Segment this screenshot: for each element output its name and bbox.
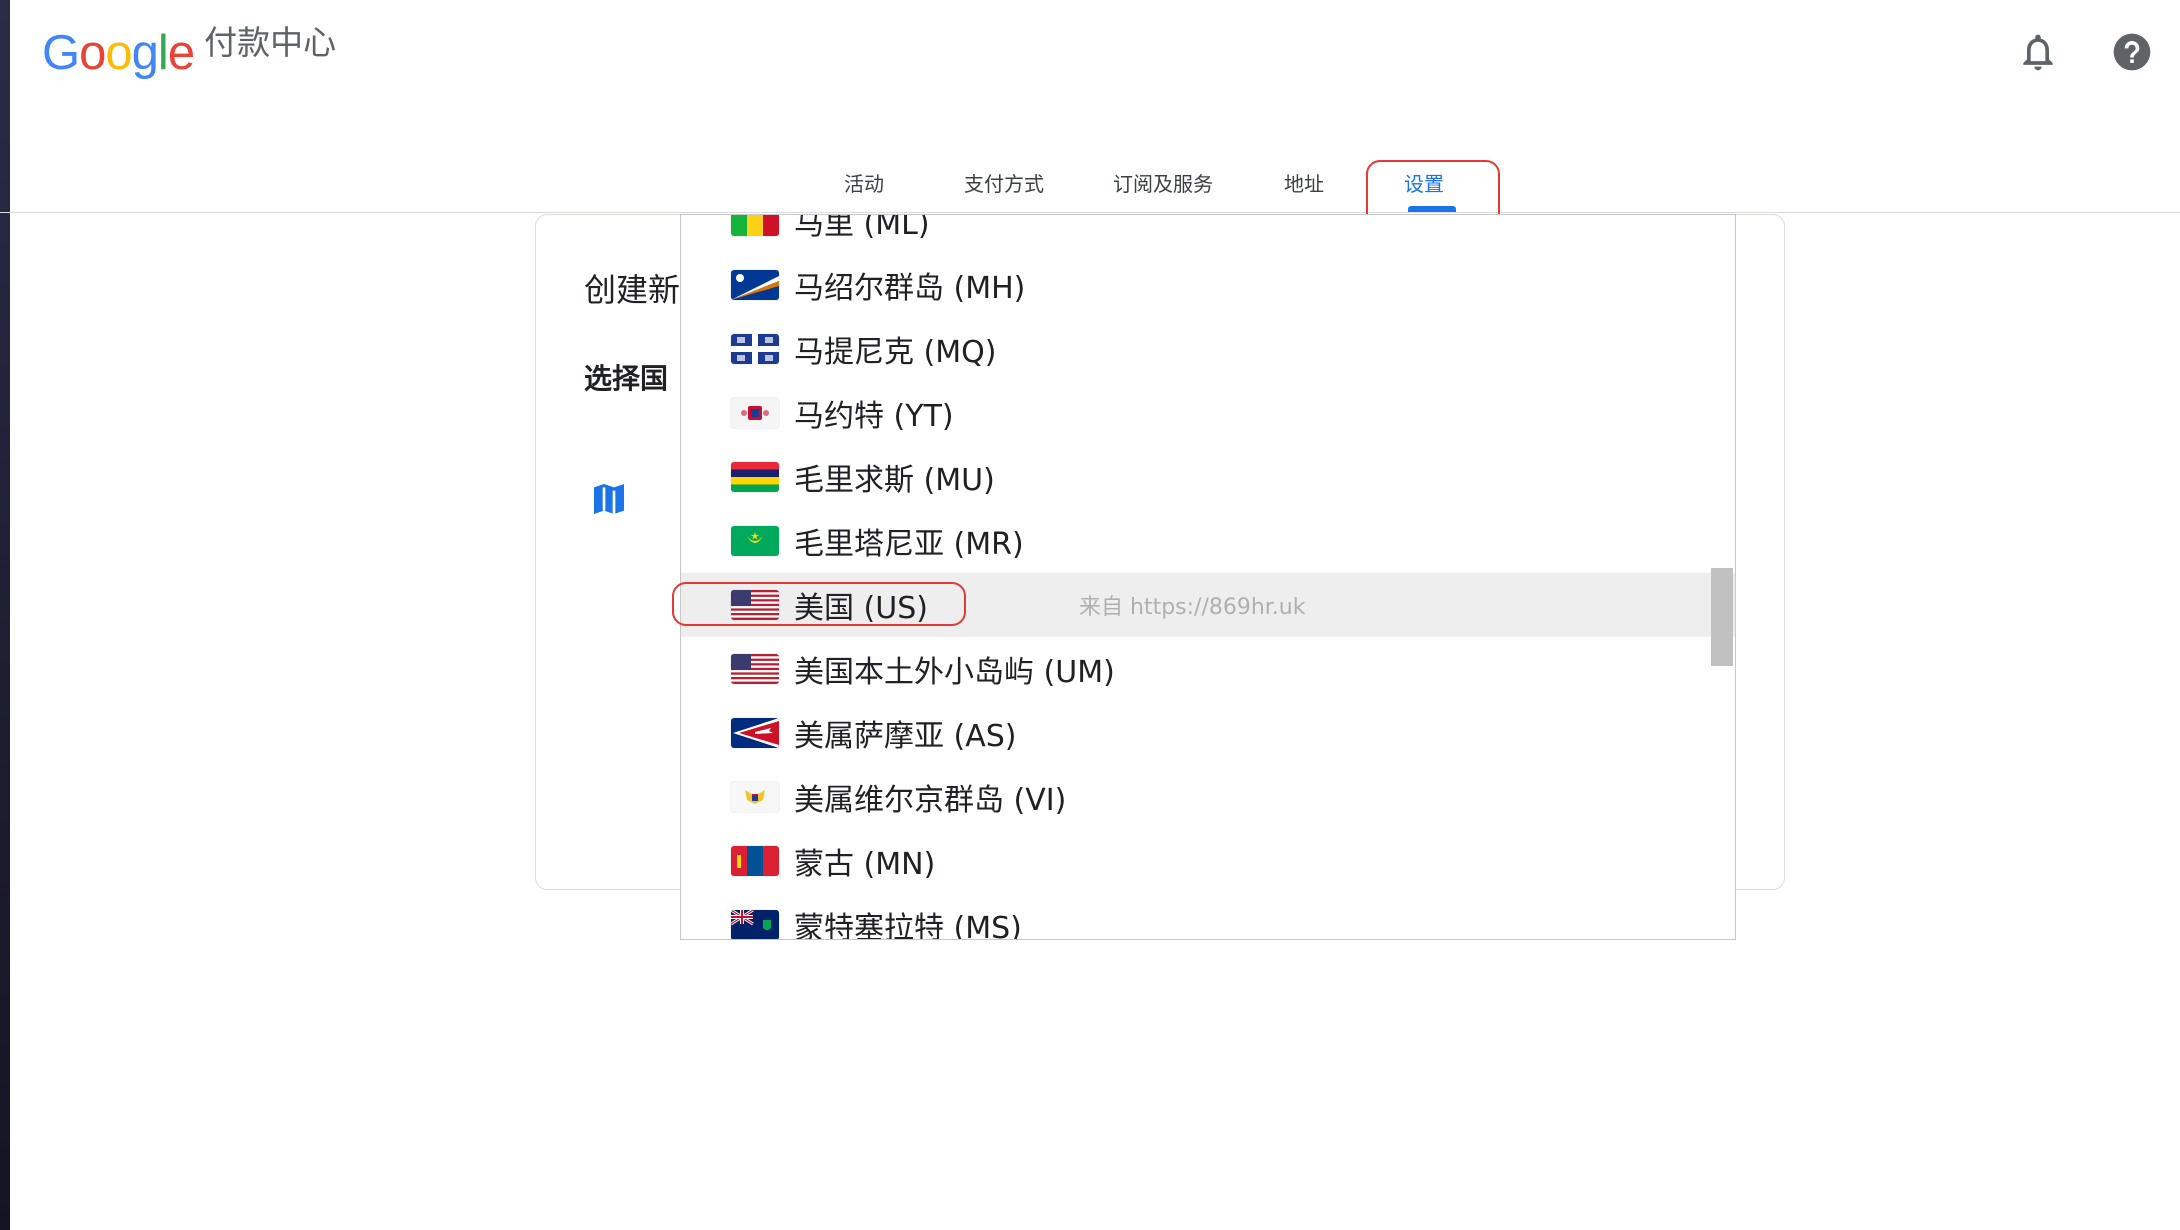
logo-letter-g2: g	[131, 26, 159, 80]
country-option-ml[interactable]: 马里 (ML)	[681, 214, 1735, 253]
country-label: 美属萨摩亚 (AS)	[794, 719, 1017, 754]
bell-icon[interactable]	[2016, 30, 2060, 74]
logo-letter-o1: o	[79, 26, 106, 80]
country-label: 毛里求斯 (MU)	[794, 463, 995, 498]
country-option-mq[interactable]: 马提尼克 (MQ)	[681, 317, 1735, 381]
flag-martinique-icon	[731, 334, 779, 364]
flag-american-samoa-icon	[731, 718, 779, 748]
product-name: 付款中心	[204, 23, 337, 62]
country-option-mu[interactable]: 毛里求斯 (MU)	[681, 445, 1735, 509]
flag-mali-icon	[731, 215, 779, 236]
google-wordmark: Google	[42, 24, 195, 82]
watermark-text: 来自 https://869hr.uk	[1079, 595, 1306, 620]
country-select-label: 选择国	[584, 362, 669, 395]
country-label: 马提尼克 (MQ)	[794, 335, 997, 370]
map-icon	[594, 484, 624, 514]
logo-letter-g: G	[42, 26, 80, 80]
flag-us-virgin-islands-icon	[731, 782, 779, 812]
country-option-as[interactable]: 美属萨摩亚 (AS)	[681, 701, 1735, 765]
country-label: 马绍尔群岛 (MH)	[794, 271, 1026, 306]
country-label: 毛里塔尼亚 (MR)	[794, 527, 1024, 562]
tab-addresses[interactable]: 地址	[1284, 168, 1324, 197]
flag-us-minor-islands-icon	[731, 654, 779, 684]
nav-tabs: 活动 支付方式 订阅及服务 地址 设置	[0, 150, 2180, 213]
country-label: 蒙古 (MN)	[794, 847, 936, 882]
logo-letter-e: e	[167, 26, 195, 80]
logo-letter-l: l	[157, 26, 169, 80]
flag-mongolia-icon	[731, 846, 779, 876]
country-option-um[interactable]: 美国本土外小岛屿 (UM)	[681, 637, 1735, 701]
country-option-yt[interactable]: 马约特 (YT)	[681, 381, 1735, 445]
help-icon[interactable]	[2110, 30, 2154, 74]
tab-subscriptions[interactable]: 订阅及服务	[1113, 168, 1213, 197]
flag-mauritius-icon	[731, 462, 779, 492]
logo-letter-o2: o	[105, 26, 132, 80]
dropdown-scrollbar[interactable]	[1711, 568, 1733, 666]
card-title: 创建新	[584, 271, 681, 309]
flag-mayotte-icon	[731, 398, 779, 428]
google-payments-logo[interactable]: Google 付款中心	[42, 23, 336, 82]
tab-payment-methods[interactable]: 支付方式	[964, 168, 1044, 197]
country-option-mh[interactable]: 马绍尔群岛 (MH)	[681, 253, 1735, 317]
country-label: 美国本土外小岛屿 (UM)	[794, 655, 1115, 690]
country-option-mn[interactable]: 蒙古 (MN)	[681, 829, 1735, 893]
country-dropdown[interactable]: 马里 (ML) 马绍尔群岛 (MH) 马提尼克 (MQ) 马约特 (YT) 毛里…	[680, 214, 1736, 940]
tab-activity[interactable]: 活动	[844, 168, 884, 197]
country-label: 蒙特塞拉特 (MS)	[794, 911, 1022, 940]
country-option-mr[interactable]: 毛里塔尼亚 (MR)	[681, 509, 1735, 573]
country-option-ms[interactable]: 蒙特塞拉特 (MS)	[681, 893, 1735, 940]
country-label: 马里 (ML)	[794, 214, 930, 242]
us-option-annotation	[672, 582, 966, 626]
country-label: 马约特 (YT)	[794, 399, 954, 434]
flag-mauritania-icon	[731, 526, 779, 556]
country-label: 美属维尔京群岛 (VI)	[794, 783, 1067, 818]
flag-montserrat-icon	[731, 910, 779, 939]
flag-marshall-islands-icon	[731, 270, 779, 300]
country-option-vi[interactable]: 美属维尔京群岛 (VI)	[681, 765, 1735, 829]
